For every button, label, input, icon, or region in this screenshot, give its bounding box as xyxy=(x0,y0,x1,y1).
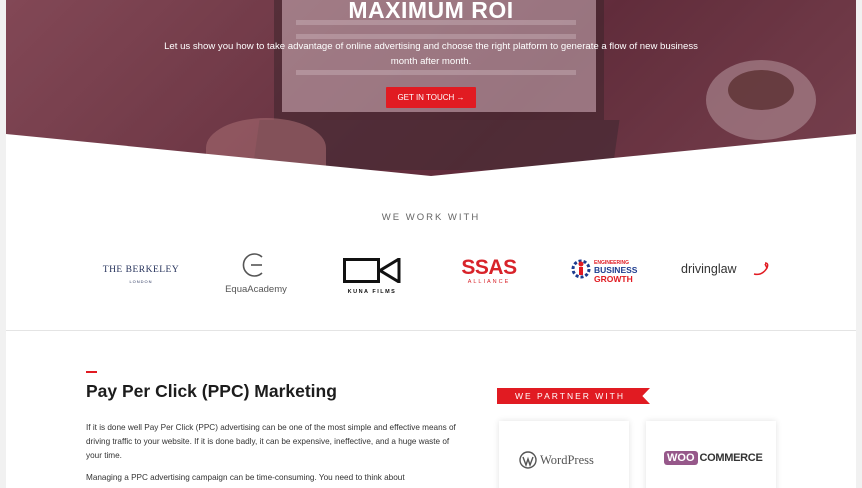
woocommerce-logo: WOO COMMERCE xyxy=(664,451,763,465)
ssas-alliance-logo: SSAS ALLIANCE xyxy=(461,256,517,285)
woocommerce-partner-card: WOO COMMERCE xyxy=(646,421,776,488)
hero-section: MAXIMUM ROI Let us show you how to take … xyxy=(6,0,856,176)
ppc-paragraph-1: If it is done well Pay Per Click (PPC) a… xyxy=(86,423,456,460)
ppc-heading: Pay Per Click (PPC) Marketing xyxy=(86,381,337,401)
we-partner-with-ribbon: WE PARTNER WITH xyxy=(497,388,650,404)
gear-person-icon xyxy=(571,259,591,279)
kuna-films-logo: KUNA FILMS xyxy=(342,256,402,295)
wordpress-logo-text: WordPress xyxy=(540,452,594,467)
section-divider xyxy=(6,330,856,331)
we-work-with-heading: WE WORK WITH xyxy=(381,212,481,223)
equa-icon xyxy=(242,253,263,277)
driving-law-logo: drivinglaw xyxy=(681,262,773,276)
engineering-business-growth-logo: ENGINEERING BUSINESS GROWTH xyxy=(570,258,650,285)
swoosh-icon xyxy=(753,262,769,276)
wordpress-icon xyxy=(519,451,537,469)
ppc-paragraph-2: Managing a PPC advertising campaign can … xyxy=(86,473,405,482)
equa-academy-logo: EquaAcademy xyxy=(218,252,294,295)
page-frame: MAXIMUM ROI Let us show you how to take … xyxy=(6,0,856,488)
kuna-camera-icon xyxy=(343,256,401,285)
heading-accent-bar xyxy=(86,371,97,373)
wordpress-partner-card: WordPress xyxy=(499,421,629,488)
hero-bottom-chevron xyxy=(6,134,856,176)
the-berkeley-logo: THE BERKELEY LONDON xyxy=(102,265,180,284)
